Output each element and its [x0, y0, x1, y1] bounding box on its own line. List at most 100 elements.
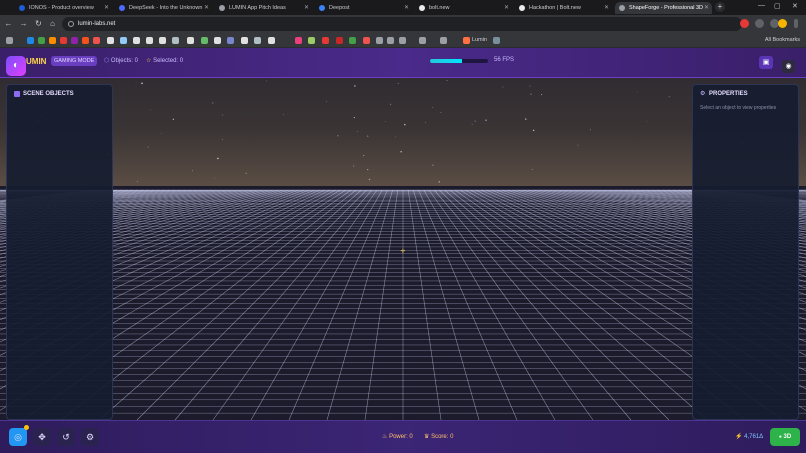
deepost-favicon-icon: [319, 5, 325, 11]
bookmark-icon[interactable]: [172, 37, 179, 44]
tab-title: LUMIN App Pitch Ideas: [229, 5, 286, 11]
objects-stat: ⬡ Objects: 0: [104, 57, 138, 65]
bookmark-icon[interactable]: [363, 37, 370, 44]
bookmark-icon[interactable]: [295, 37, 302, 44]
bookmark-label-lumin[interactable]: Lumin: [472, 36, 487, 45]
move-tool-button[interactable]: ✥: [33, 428, 51, 446]
bookmark-icon[interactable]: [27, 37, 34, 44]
rotate-tool-button[interactable]: ↺: [57, 428, 75, 446]
bookmark-icon[interactable]: [49, 37, 56, 44]
bolt-favicon-icon: [519, 5, 525, 11]
mode-badge: GAMING MODE: [51, 56, 98, 66]
bookmark-icon[interactable]: [107, 37, 114, 44]
power-value: Power: 0: [389, 434, 413, 440]
tab-ionos[interactable]: IONOS - Product overview ✕: [15, 2, 112, 14]
tab-deepseek[interactable]: DeepSeek - Into the Unknown ✕: [115, 2, 212, 14]
palette-tool-button[interactable]: ◎: [9, 428, 27, 446]
brand-name: UMIN: [26, 57, 47, 66]
fps-meter-fill: [430, 59, 462, 63]
minimize-icon[interactable]: —: [758, 2, 765, 9]
settings-tool-button[interactable]: ⚙: [81, 428, 99, 446]
browser-menu-icon[interactable]: [794, 19, 798, 28]
address-bar[interactable]: lumin-labs.net: [62, 17, 742, 31]
bookmark-icon[interactable]: [336, 37, 343, 44]
close-tab-icon[interactable]: ✕: [604, 2, 609, 14]
all-bookmarks-button[interactable]: All Bookmarks: [765, 36, 800, 45]
bookmark-icon[interactable]: [71, 37, 78, 44]
score-stat: ♛ Score: 0: [424, 433, 453, 440]
properties-panel: ⚙ PROPERTIES Select an object to view pr…: [692, 84, 799, 420]
bookmark-icon[interactable]: [120, 37, 127, 44]
bookmark-icon[interactable]: [308, 37, 315, 44]
palette-icon[interactable]: ◐: [6, 56, 26, 76]
fps-readout: 56 FPS: [494, 57, 515, 63]
bookmark-icon[interactable]: [376, 37, 383, 44]
fps-meter: [430, 59, 488, 63]
bookmark-icon[interactable]: [82, 37, 89, 44]
reload-icon[interactable]: ↻: [33, 18, 44, 29]
browser-toolbar: ← → ↻ ⌂ lumin-labs.net: [0, 15, 806, 33]
home-icon[interactable]: ⌂: [47, 18, 58, 29]
browser-chrome: IONOS - Product overview ✕ DeepSeek - In…: [0, 0, 806, 48]
tab-lumin-pitch[interactable]: LUMIN App Pitch Ideas ✕: [215, 2, 312, 14]
back-icon[interactable]: ←: [3, 18, 14, 29]
origin-marker-icon: ✛: [400, 248, 405, 255]
bookmark-icon[interactable]: [241, 37, 248, 44]
apps-grid-icon[interactable]: [6, 37, 13, 44]
new-tab-button[interactable]: +: [715, 2, 725, 12]
bookmark-icon[interactable]: [201, 37, 208, 44]
app-footer: ◎ ✥ ↺ ⚙ ♨ Power: 0 ♛ Score: 0 ⚡ 4,761Δ ●…: [0, 420, 806, 453]
lumin-bookmark-icon[interactable]: [463, 37, 470, 44]
close-window-icon[interactable]: ✕: [792, 2, 798, 10]
tab-title: ShapeForge - Professional 3D: [629, 5, 703, 11]
close-tab-icon[interactable]: ✕: [704, 2, 709, 14]
globe-favicon-icon: [619, 5, 625, 11]
gamepad-button[interactable]: ▣: [759, 56, 773, 69]
lightning-icon: ⚡: [735, 434, 743, 440]
maximize-icon[interactable]: ▢: [774, 2, 781, 10]
tab-title: Hackathon | Bolt.new: [529, 5, 581, 11]
ionos-favicon-icon: [19, 5, 25, 11]
close-tab-icon[interactable]: ✕: [304, 2, 309, 14]
bookmark-icon[interactable]: [322, 37, 329, 44]
bookmark-icon[interactable]: [214, 37, 221, 44]
tab-deepost[interactable]: Deepost ✕: [315, 2, 412, 14]
folder-icon[interactable]: [440, 37, 447, 44]
close-tab-icon[interactable]: ✕: [204, 2, 209, 14]
tab-bolt[interactable]: bolt.new ✕: [415, 2, 512, 14]
dot-icon: ●: [778, 434, 782, 440]
close-tab-icon[interactable]: ✕: [404, 2, 409, 14]
close-tab-icon[interactable]: ✕: [104, 2, 109, 14]
folder-icon[interactable]: [419, 37, 426, 44]
tab-hackathon[interactable]: Hackathon | Bolt.new ✕: [515, 2, 612, 14]
3d-mode-button[interactable]: ● 3D: [770, 428, 800, 446]
bookmark-icon[interactable]: [227, 37, 234, 44]
url-text: lumin-labs.net: [78, 21, 116, 27]
bookmark-icon[interactable]: [187, 37, 194, 44]
bookmark-icon[interactable]: [159, 37, 166, 44]
forward-icon[interactable]: →: [18, 18, 29, 29]
profile-avatar[interactable]: [778, 19, 787, 28]
bookmark-icon[interactable]: [268, 37, 275, 44]
close-tab-icon[interactable]: ✕: [504, 2, 509, 14]
power-stat: ♨ Power: 0: [382, 433, 413, 440]
site-info-icon[interactable]: [68, 21, 74, 27]
3d-mode-label: 3D: [783, 434, 792, 440]
bookmark-icon[interactable]: [38, 37, 45, 44]
tab-shapeforge[interactable]: ShapeForge - Professional 3D ✕: [615, 2, 712, 14]
extension-icon[interactable]: [740, 19, 749, 28]
bookmark-icon[interactable]: [60, 37, 67, 44]
eye-button[interactable]: ◉: [782, 60, 795, 73]
tab-title: IONOS - Product overview: [29, 5, 94, 11]
viewport-grid[interactable]: ✛: [0, 48, 806, 453]
deepseek-favicon-icon: [119, 5, 125, 11]
extensions-puzzle-icon[interactable]: [755, 19, 764, 28]
bookmark-icon[interactable]: [146, 37, 153, 44]
bookmark-icon[interactable]: [387, 37, 394, 44]
bookmark-icon[interactable]: [133, 37, 140, 44]
bookmark-icon[interactable]: [93, 37, 100, 44]
folder-icon[interactable]: [399, 37, 406, 44]
bookmark-icon[interactable]: [254, 37, 261, 44]
bookmark-icon[interactable]: [349, 37, 356, 44]
bookmark-icon[interactable]: [493, 37, 500, 44]
